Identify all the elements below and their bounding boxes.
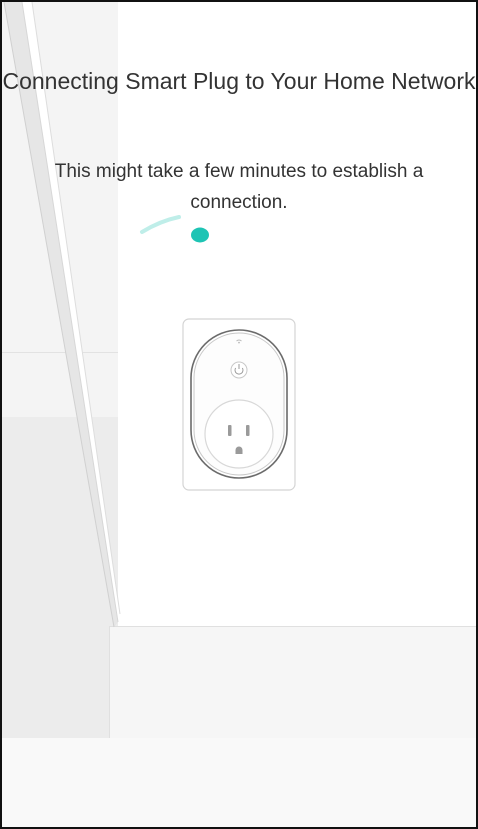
page-title: Connecting Smart Plug to Your Home Netwo… [2, 68, 476, 94]
power-button-icon [230, 361, 248, 379]
page-subtitle: This might take a few minutes to establi… [54, 161, 424, 213]
smart-plug-icon [182, 318, 296, 491]
app-screen: Connecting Smart Plug to Your Home Netwo… [0, 0, 478, 829]
